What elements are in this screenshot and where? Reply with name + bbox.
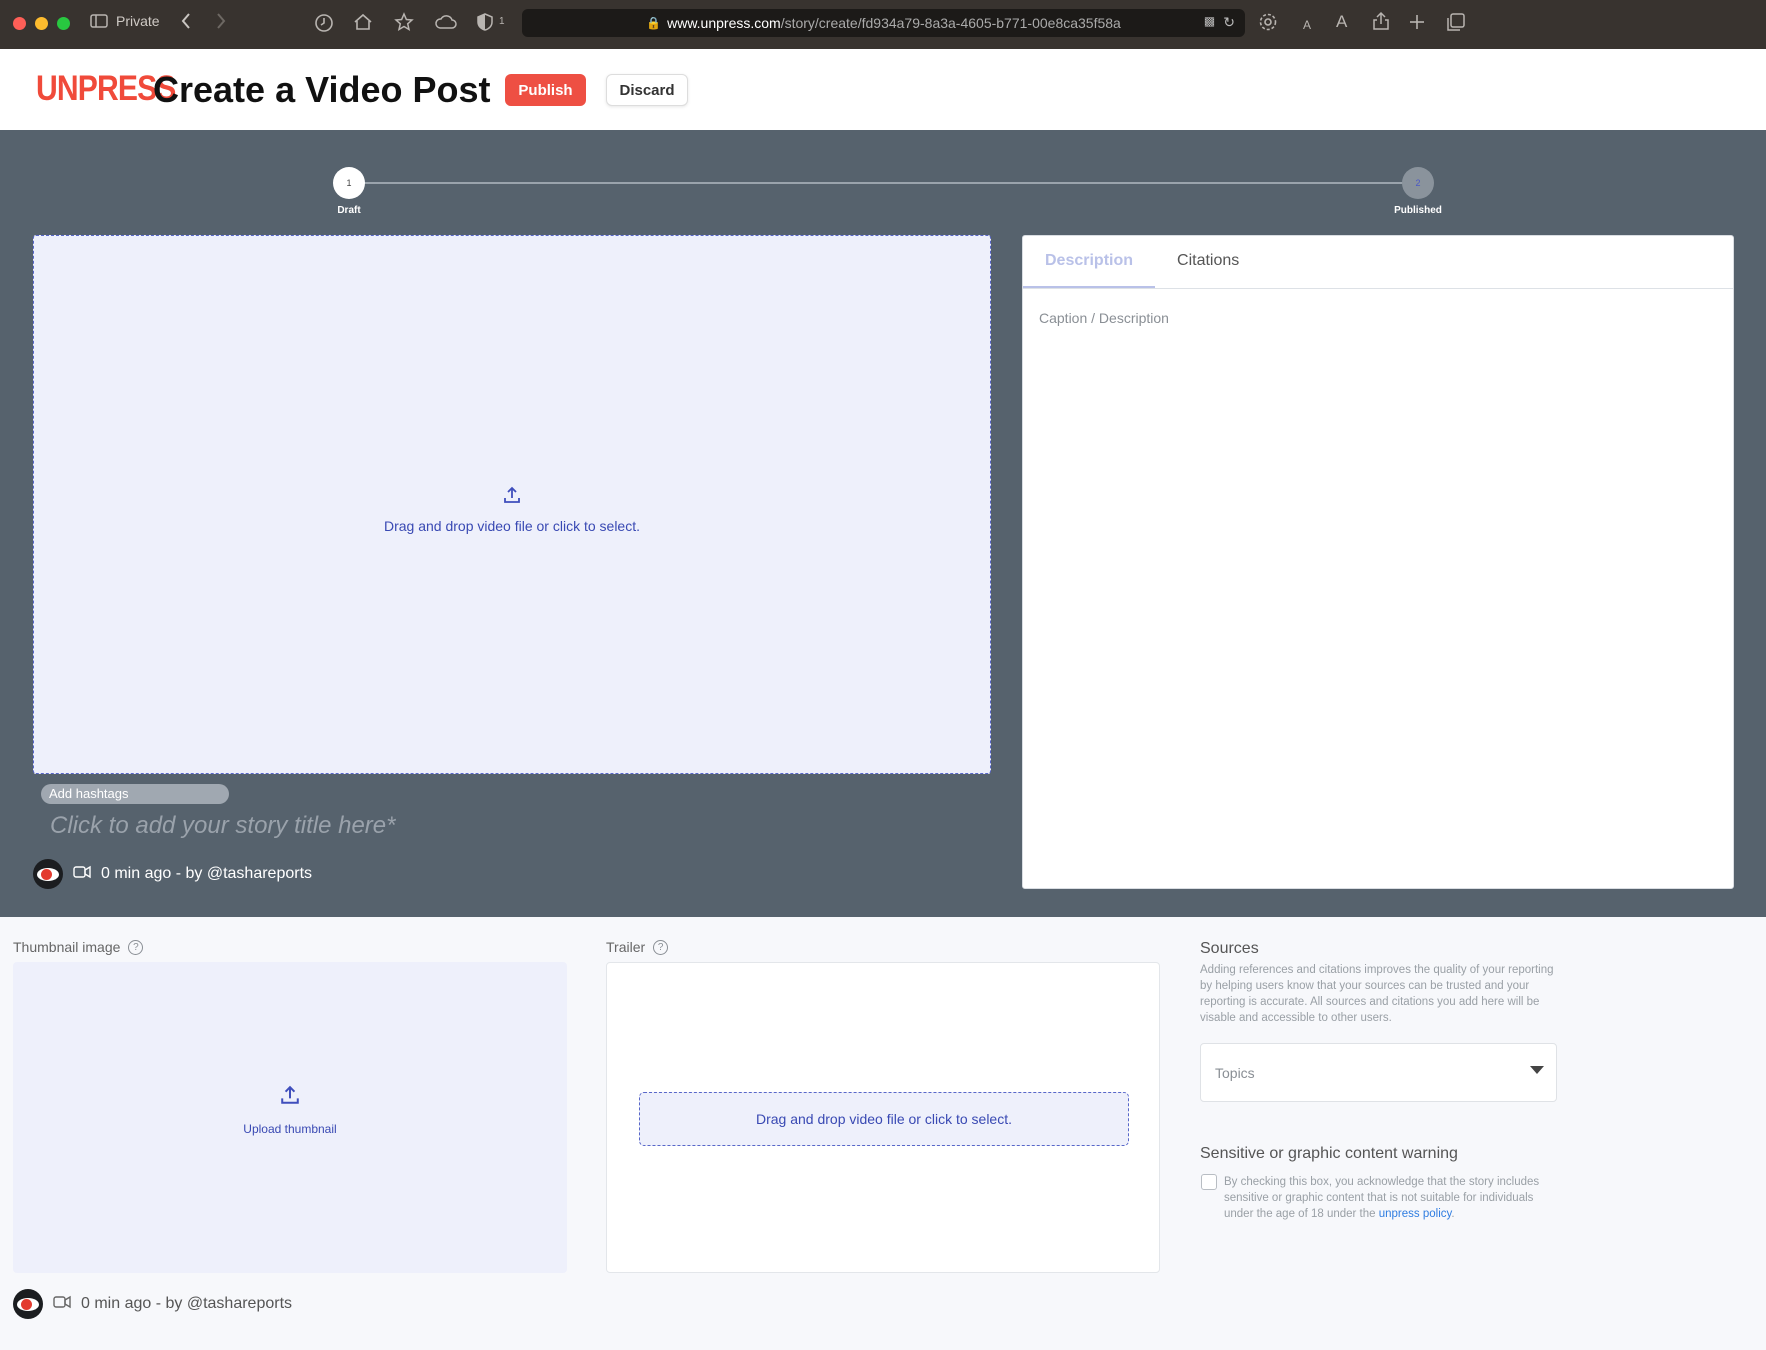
privacy-count: 1 xyxy=(499,16,505,27)
upload-icon xyxy=(503,486,521,509)
url-path: /story/create/fd934a79-8a3a-4605-b771-00… xyxy=(780,15,1121,31)
discard-button[interactable]: Discard xyxy=(606,74,688,106)
trailer-dropzone[interactable]: Drag and drop video file or click to sel… xyxy=(639,1092,1129,1146)
author-meta-text: 0 min ago - by @tashareports xyxy=(101,865,313,882)
help-icon[interactable]: ? xyxy=(128,939,144,955)
maximize-window-button[interactable] xyxy=(57,17,70,30)
app-header: UNPRESS Create a Video Post Publish Disc… xyxy=(0,49,1766,130)
back-icon[interactable] xyxy=(180,12,192,30)
translate-icon[interactable]: ▩ xyxy=(1204,14,1215,31)
forward-icon[interactable] xyxy=(215,12,227,30)
tab-description[interactable]: Description xyxy=(1023,236,1156,288)
topics-placeholder: Topics xyxy=(1215,1065,1255,1081)
video-dropzone-text: Drag and drop video file or click to sel… xyxy=(383,518,640,534)
shield-icon xyxy=(477,13,493,31)
story-title-input[interactable]: Click to add your story title here* xyxy=(50,812,395,840)
sources-title: Sources xyxy=(1200,940,1259,957)
step-published-label: Published xyxy=(1394,205,1442,216)
sources-description: Adding references and citations improves… xyxy=(1200,964,1554,1024)
upload-icon xyxy=(280,1085,300,1109)
bookmark-star-icon[interactable] xyxy=(394,12,414,32)
close-window-button[interactable] xyxy=(13,17,26,30)
panel-tabs: Description Citations xyxy=(1023,236,1733,289)
lock-icon: 🔒 xyxy=(646,16,662,30)
home-icon[interactable] xyxy=(353,12,373,32)
history-icon[interactable] xyxy=(314,13,334,33)
text-smaller-button[interactable]: A xyxy=(1303,15,1311,35)
tab-citations[interactable]: Citations xyxy=(1155,236,1261,288)
tab-overview-icon[interactable] xyxy=(1446,12,1466,32)
sensitive-content-text: By checking this box, you acknowledge th… xyxy=(1224,1174,1564,1222)
sidebar-toggle[interactable]: Private xyxy=(90,13,160,29)
share-icon[interactable] xyxy=(1372,11,1390,31)
text-larger-button[interactable]: A xyxy=(1336,12,1347,32)
cloud-icon[interactable] xyxy=(434,13,458,31)
page-title: Create a Video Post xyxy=(153,69,491,110)
add-hashtags-input[interactable]: Add hashtags xyxy=(41,784,229,804)
trailer-panel: Drag and drop video file or click to sel… xyxy=(606,962,1160,1273)
avatar[interactable] xyxy=(13,1289,43,1319)
topics-select[interactable]: Topics xyxy=(1200,1043,1557,1102)
footer-author-meta: 0 min ago - by @tashareports xyxy=(13,1289,292,1319)
step-published-marker: 2 xyxy=(1402,167,1434,199)
stepper-track xyxy=(348,182,1418,184)
reload-icon[interactable]: ↻ xyxy=(1223,14,1235,31)
minimize-window-button[interactable] xyxy=(35,17,48,30)
step-draft-label: Draft xyxy=(337,205,361,216)
help-icon[interactable]: ? xyxy=(653,939,669,955)
address-bar[interactable]: 🔒 www.unpress.com/story/create/fd934a79-… xyxy=(522,9,1245,37)
sensitive-content-title: Sensitive or graphic content warning xyxy=(1200,1145,1458,1162)
video-editor-section: 1 2 Draft Published Drag and drop video … xyxy=(0,130,1766,917)
private-label: Private xyxy=(116,13,160,29)
privacy-shield-button[interactable]: 1 xyxy=(477,12,505,32)
sidebar-icon xyxy=(90,14,108,28)
unpress-policy-link[interactable]: unpress policy xyxy=(1379,1208,1452,1220)
new-tab-plus-icon[interactable] xyxy=(1408,13,1426,31)
chevron-down-icon xyxy=(1530,1066,1544,1074)
author-meta: 0 min ago - by @tashareports xyxy=(33,859,312,889)
video-camera-icon xyxy=(73,865,91,884)
trailer-label: Trailer xyxy=(606,939,646,955)
step-draft-marker: 1 xyxy=(333,167,365,199)
video-dropzone[interactable]: Drag and drop video file or click to sel… xyxy=(33,235,991,774)
thumbnail-label: Thumbnail image xyxy=(13,939,121,955)
window-controls xyxy=(13,17,70,30)
publish-button[interactable]: Publish xyxy=(505,74,586,106)
video-camera-icon xyxy=(53,1295,71,1314)
upload-thumbnail-text: Upload thumbnail xyxy=(243,1122,337,1136)
settings-gear-icon[interactable] xyxy=(1258,12,1278,32)
caption-description-textarea[interactable]: Caption / Description xyxy=(1039,310,1169,326)
sensitive-content-checkbox[interactable] xyxy=(1201,1174,1217,1190)
description-panel: Description Citations Caption / Descript… xyxy=(1022,235,1734,889)
sensitive-content-end: . xyxy=(1451,1208,1455,1220)
url-host: www.unpress.com xyxy=(667,15,781,31)
footer-meta-text: 0 min ago - by @tashareports xyxy=(81,1295,293,1312)
thumbnail-label-row: Thumbnail image ? xyxy=(13,939,144,955)
browser-toolbar: Private 1 🔒 www.unpress.com/story/create… xyxy=(0,0,1766,49)
thumbnail-upload-area[interactable]: Upload thumbnail xyxy=(13,962,567,1273)
avatar[interactable] xyxy=(33,859,63,889)
trailer-label-row: Trailer ? xyxy=(606,939,669,955)
